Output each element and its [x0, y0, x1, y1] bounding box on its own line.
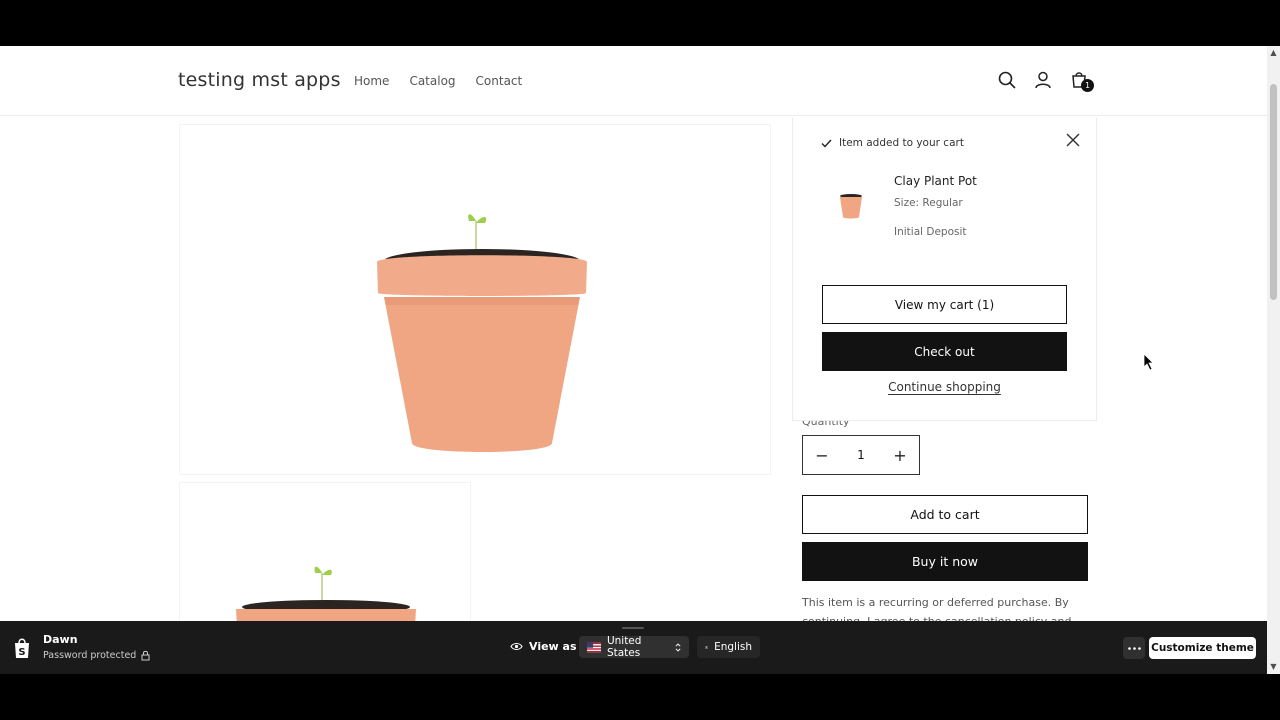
svg-text:S: S — [18, 647, 25, 658]
continue-shopping-link[interactable]: Continue shopping — [793, 380, 1096, 394]
nav-home[interactable]: Home — [354, 74, 389, 88]
cart-item-name: Clay Plant Pot — [894, 174, 977, 188]
main-nav: Home Catalog Contact — [354, 74, 522, 88]
storefront-viewport: testing mst apps Home Catalog Contact 1 — [0, 46, 1267, 621]
recurring-policy-text: This item is a recurring or deferred pur… — [802, 596, 1072, 621]
password-status: Password protected — [43, 650, 150, 661]
shopify-bag-icon: S — [15, 638, 29, 658]
account-icon[interactable] — [1033, 70, 1053, 90]
scroll-up-arrow-icon[interactable]: ▲ — [1267, 46, 1280, 60]
buy-it-now-button[interactable]: Buy it now — [802, 542, 1088, 581]
password-status-text: Password protected — [43, 650, 137, 661]
nav-contact[interactable]: Contact — [476, 74, 523, 88]
theme-name: Dawn — [43, 633, 78, 646]
translate-icon: A — [705, 645, 709, 649]
add-to-cart-button[interactable]: Add to cart — [802, 495, 1088, 534]
drag-handle[interactable] — [622, 627, 644, 629]
cart-item-image — [840, 194, 862, 219]
quantity-decrement-button[interactable]: − — [803, 446, 841, 465]
eye-icon — [510, 642, 523, 651]
cart-notification: Item added to your cart Clay Plant Pot S… — [792, 118, 1097, 421]
cart-count-badge: 1 — [1081, 79, 1094, 92]
cart-item-variant: Size: Regular — [894, 197, 963, 209]
clay-pot-image — [377, 214, 587, 452]
lock-icon — [141, 650, 150, 661]
store-logo[interactable]: testing mst apps — [178, 69, 341, 91]
more-dots-icon — [1127, 646, 1141, 650]
item-added-text: Item added to your cart — [839, 137, 964, 149]
country-selector[interactable]: United States — [579, 635, 689, 659]
scroll-down-arrow-icon[interactable]: ▼ — [1267, 660, 1280, 674]
product-image-thumbnail[interactable] — [179, 482, 471, 621]
language-value: English — [714, 641, 752, 653]
scrollbar-thumb[interactable] — [1270, 84, 1277, 300]
search-icon[interactable] — [997, 70, 1017, 90]
item-added-message: Item added to your cart — [821, 137, 964, 149]
theme-preview-bar: S Dawn Password protected View as United… — [0, 621, 1267, 674]
view-as-text: View as — [529, 640, 577, 653]
nav-catalog[interactable]: Catalog — [409, 74, 455, 88]
close-icon[interactable] — [1063, 130, 1083, 150]
view-as-label: View as — [510, 640, 577, 653]
us-flag-icon — [587, 642, 601, 652]
country-value: United States — [606, 635, 642, 659]
site-header: testing mst apps Home Catalog Contact 1 — [0, 46, 1267, 116]
quantity-stepper: − 1 + — [802, 435, 920, 475]
quantity-input[interactable]: 1 — [841, 448, 881, 462]
more-options-button[interactable] — [1123, 637, 1145, 659]
view-cart-button[interactable]: View my cart (1) — [822, 285, 1067, 324]
product-image-main[interactable] — [179, 124, 771, 475]
page-scrollbar[interactable]: ▲ ▼ — [1267, 46, 1280, 674]
checkmark-icon — [821, 139, 832, 148]
clay-pot-thumb-image — [236, 566, 416, 621]
checkout-button[interactable]: Check out — [822, 332, 1067, 371]
quantity-increment-button[interactable]: + — [881, 446, 919, 465]
chevron-updown-icon — [675, 642, 681, 652]
cart-item-plan: Initial Deposit — [894, 226, 967, 238]
customize-theme-button[interactable]: Customize theme — [1149, 637, 1256, 659]
language-selector[interactable]: A English — [697, 636, 760, 658]
mouse-cursor-icon — [1143, 353, 1154, 371]
